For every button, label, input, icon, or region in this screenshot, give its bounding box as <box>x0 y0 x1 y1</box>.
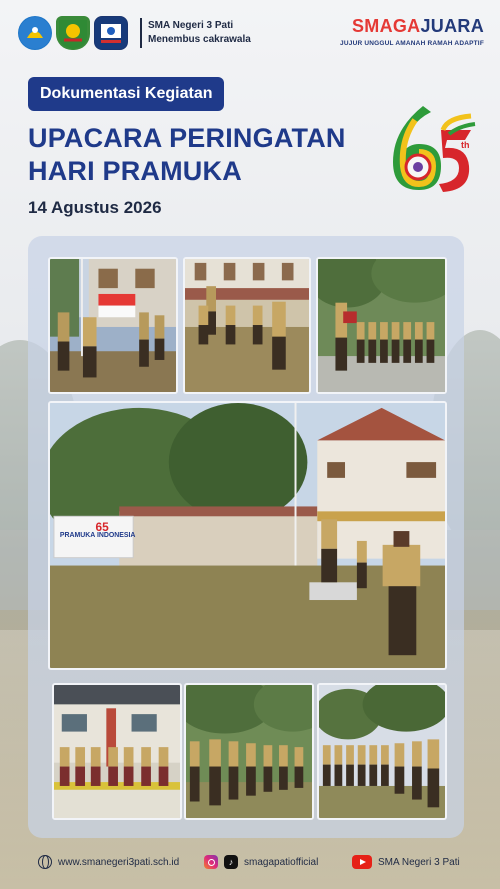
website-link[interactable]: www.smanegeri3pati.sch.id <box>38 855 179 869</box>
brand-part-juara: JUARA <box>420 16 484 36</box>
scouts-in-line-photo <box>183 257 311 394</box>
scouts-formation-photo <box>316 257 447 394</box>
school-motto: Menembus cakrawala <box>148 34 251 45</box>
school-crest-logo <box>94 16 128 50</box>
banner-number: 65 <box>96 520 110 534</box>
main-field-ceremony-photo: PRAMUKA INDONESIA 65 <box>48 401 447 670</box>
flag-raising-photo <box>48 257 178 394</box>
footer: www.smanegeri3pati.sch.id ♪ smagapatioff… <box>0 850 500 876</box>
pramuka-65th-emblem: th <box>393 106 476 192</box>
header-divider <box>140 18 142 48</box>
website-text: www.smanegeri3pati.sch.id <box>58 856 180 868</box>
page-title: UPACARA PERINGATAN HARI PRAMUKA <box>28 122 346 188</box>
brand-tagline: JUJUR UNGGUL AMANAH RAMAH ADAPTIF <box>340 40 484 47</box>
brand-logo: SMAGAJUARA JUJUR UNGGUL AMANAH RAMAH ADA… <box>340 16 484 47</box>
social-media-link[interactable]: ♪ smagapatiofficial <box>204 855 318 869</box>
emblem-suffix: th <box>461 140 470 150</box>
tiktok-icon: ♪ <box>224 855 238 869</box>
youtube-icon <box>352 855 372 869</box>
school-name: SMA Negeri 3 Pati <box>148 20 234 31</box>
globe-icon <box>38 855 52 869</box>
pati-regency-logo <box>56 16 90 50</box>
category-badge: Dokumentasi Kegiatan <box>28 77 225 111</box>
scouts-field-rows-photo <box>184 683 314 820</box>
social-handle-text: smagapatiofficial <box>244 856 319 868</box>
header: SMA Negeri 3 Pati Menembus cakrawala SMA… <box>0 0 500 70</box>
youtube-link[interactable]: SMA Negeri 3 Pati <box>352 855 460 869</box>
title-line-2: HARI PRAMUKA <box>28 156 242 186</box>
female-scouts-row-photo <box>52 683 182 820</box>
event-date: 14 Agustus 2026 <box>28 198 162 217</box>
title-line-1: UPACARA PERINGATAN <box>28 123 346 153</box>
youtube-channel-text: SMA Negeri 3 Pati <box>378 856 460 868</box>
instagram-icon <box>204 855 218 869</box>
brand-part-smaga: SMAGA <box>351 16 421 36</box>
tut-wuri-handayani-logo <box>18 16 52 50</box>
scouts-standing-photo <box>317 683 447 820</box>
